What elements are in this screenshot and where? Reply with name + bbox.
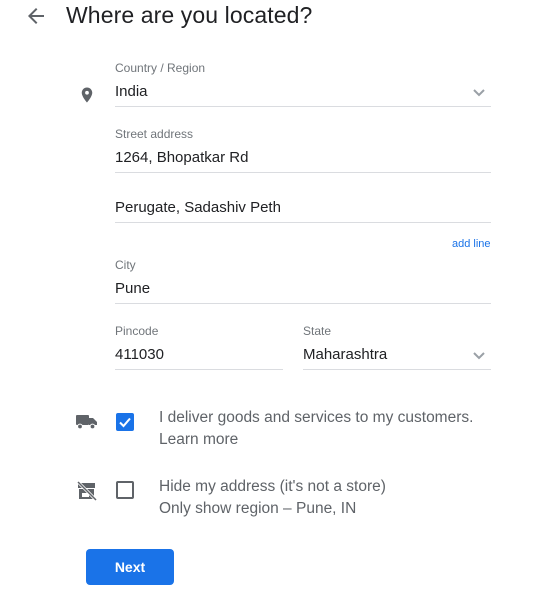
store-off-icon [76,480,98,506]
city-underline [115,303,491,304]
deliver-checkbox[interactable] [116,413,134,431]
pincode-underline [115,369,283,370]
checkmark-icon [119,417,131,428]
country-value: India [115,83,148,100]
country-underline [115,106,491,107]
chevron-down-icon [473,89,485,97]
country-label: Country / Region [115,61,206,75]
state-underline [303,369,491,370]
city-label: City [115,258,136,272]
street-line2-input[interactable]: Perugate, Sadashiv Peth [115,199,281,216]
street-line1-input[interactable]: 1264, Bhopatkar Rd [115,149,248,166]
city-input[interactable]: Pune [115,280,150,297]
hide-address-subtext: Only show region – Pune, IN [159,500,357,517]
hide-address-text: Hide my address (it's not a store) [159,478,386,495]
pincode-input[interactable]: 411030 [115,346,164,363]
learn-more-link[interactable]: Learn more [159,429,238,451]
pincode-label: Pincode [115,324,159,338]
page-title: Where are you located? [66,2,313,28]
chevron-down-icon [473,352,485,360]
back-button[interactable] [24,4,48,28]
street-label: Street address [115,127,194,141]
hide-address-checkbox[interactable] [116,481,134,499]
state-value: Maharashtra [303,346,388,363]
state-label: State [303,324,332,338]
street-line2-underline [115,222,491,223]
delivery-truck-icon [76,414,98,435]
deliver-text: I deliver goods and services to my custo… [159,409,474,426]
next-button[interactable]: Next [86,549,174,585]
add-line-link[interactable]: add line [452,238,491,250]
location-pin-icon [78,84,96,111]
arrow-back-icon [28,8,44,24]
street-line1-underline [115,172,491,173]
